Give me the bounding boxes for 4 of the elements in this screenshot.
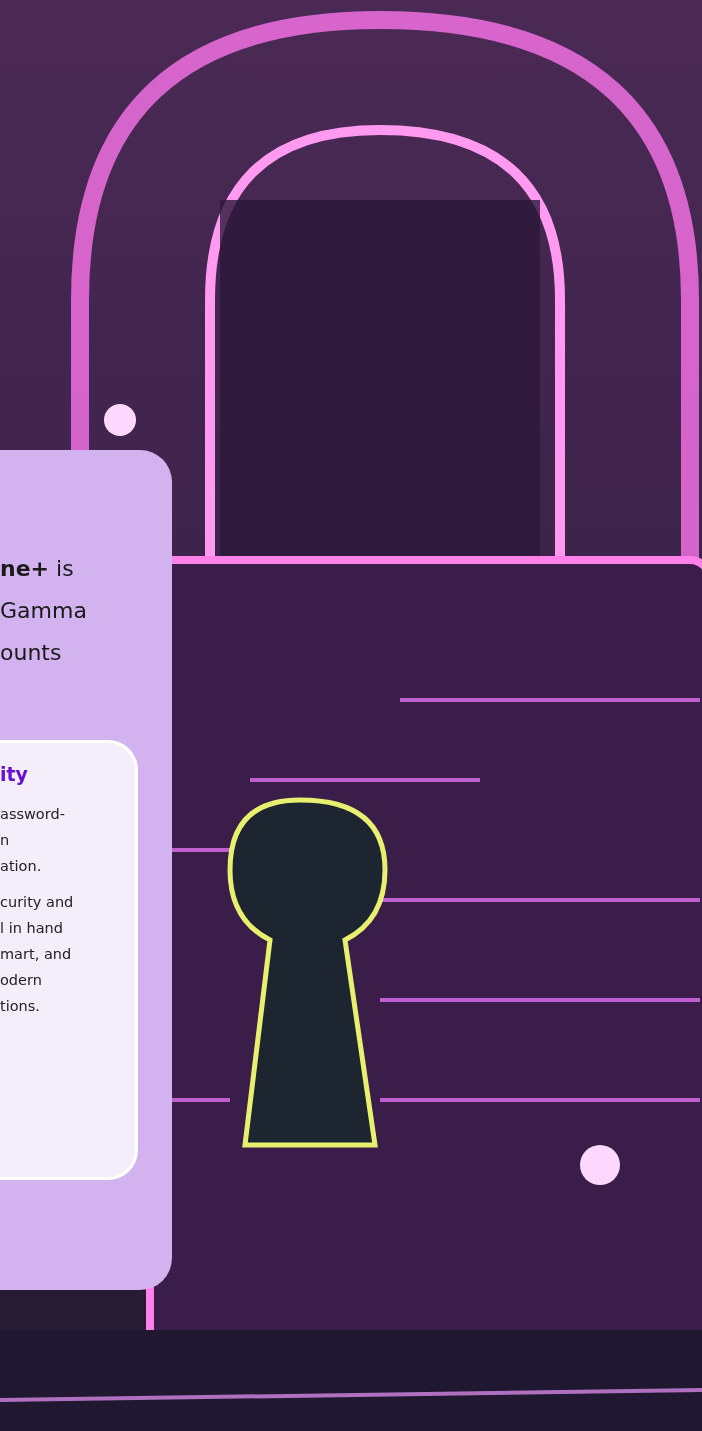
feature-title: ity bbox=[0, 762, 29, 787]
intro-text: ne+ is Gamma ounts bbox=[0, 555, 88, 667]
feature-text: curity and l in hand mart, and odern tions. bbox=[0, 893, 75, 1016]
feature-text: assword- n ation. bbox=[0, 805, 66, 876]
